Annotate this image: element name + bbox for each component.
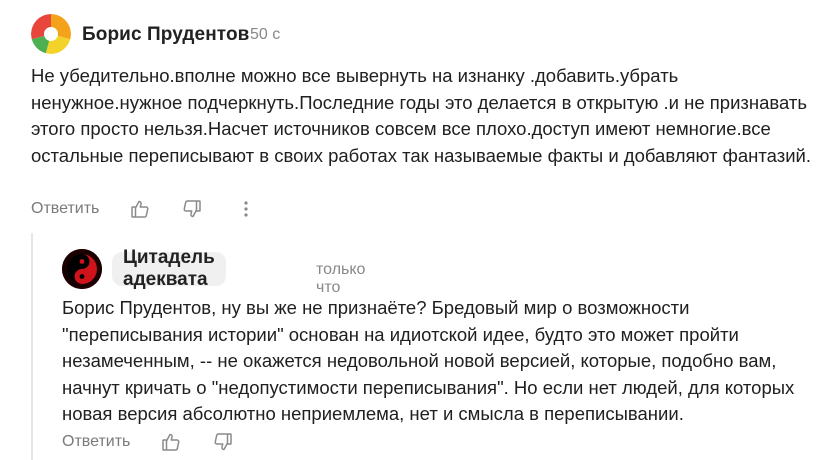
comment-actions: Ответить bbox=[31, 198, 257, 220]
comment-timestamp: 50 с bbox=[250, 26, 281, 43]
author-name-pill[interactable]: Цитадель адеквата bbox=[112, 247, 226, 290]
avatar[interactable] bbox=[31, 14, 71, 54]
avatar[interactable] bbox=[62, 249, 102, 289]
thumbs-down-icon[interactable] bbox=[212, 431, 234, 453]
red-yin-yang-avatar-icon bbox=[62, 249, 102, 289]
author-name[interactable]: Цитадель адеквата bbox=[123, 247, 215, 291]
author-name[interactable]: Борис Прудентов bbox=[82, 24, 249, 46]
vertical-dots-icon[interactable] bbox=[235, 198, 257, 220]
multicolor-circle-avatar-icon bbox=[31, 14, 71, 54]
comment-text: Борис Прудентов, ну вы же не признаёте? … bbox=[62, 297, 795, 424]
reply-button[interactable]: Ответить bbox=[62, 433, 130, 451]
thumbs-down-icon[interactable] bbox=[181, 198, 203, 220]
thumbs-up-icon[interactable] bbox=[160, 431, 182, 453]
comment-actions: Ответить bbox=[62, 431, 234, 453]
thumbs-up-icon[interactable] bbox=[129, 198, 151, 220]
comment-timestamp: только что bbox=[316, 261, 366, 296]
comment-text: Не убедительно.вполне можно все вывернут… bbox=[31, 65, 811, 166]
thread-line bbox=[31, 233, 33, 460]
reply-button[interactable]: Ответить bbox=[31, 200, 99, 218]
